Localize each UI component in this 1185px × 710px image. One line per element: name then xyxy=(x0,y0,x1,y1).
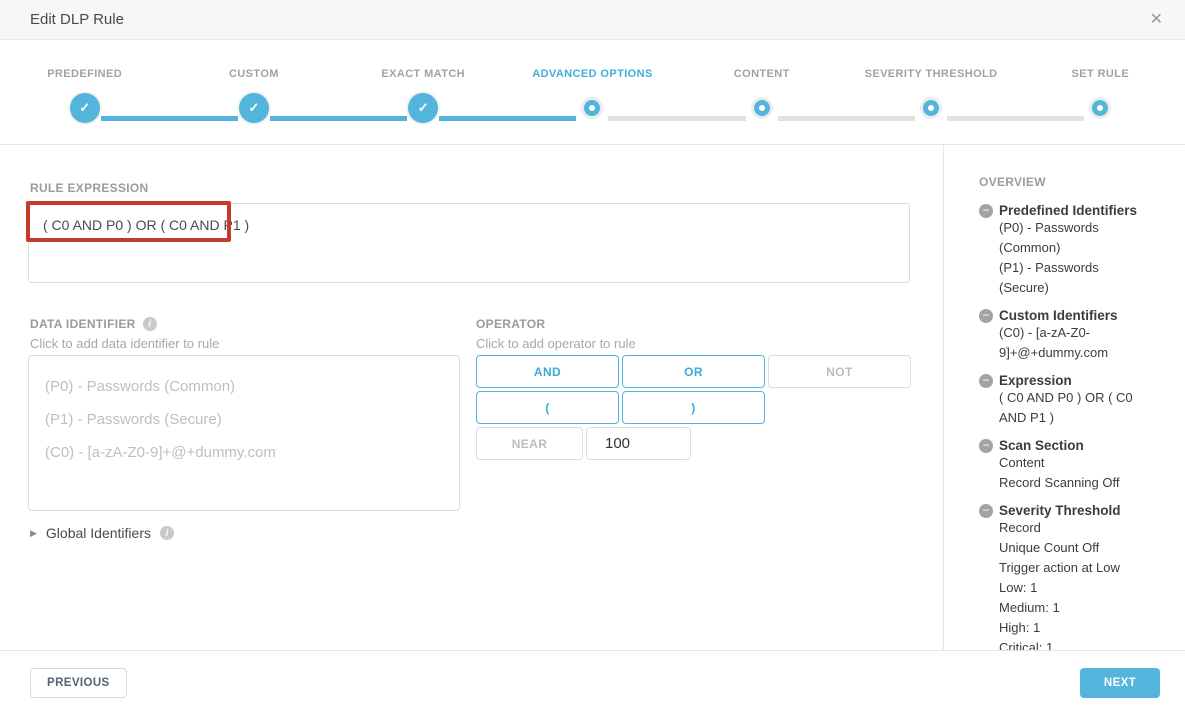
check-icon: ✓ xyxy=(239,93,269,123)
overview-line: (P1) - Passwords (Secure) xyxy=(999,258,1149,298)
collapse-icon[interactable]: − xyxy=(979,504,993,518)
data-identifier-item[interactable]: (P1) - Passwords (Secure) xyxy=(45,403,443,436)
operator-label: OPERATOR xyxy=(476,317,545,331)
info-icon[interactable]: i xyxy=(160,526,174,540)
close-paren-button[interactable]: ) xyxy=(622,391,765,424)
overview-section-custom-identifiers: − Custom Identifiers (C0) - [a-zA-Z0-9]+… xyxy=(979,308,1165,363)
overview-line: ( C0 AND P0 ) OR ( C0 AND P1 ) xyxy=(999,388,1149,428)
step-label: EXACT MATCH xyxy=(381,68,465,82)
overview-line: Trigger action at Low xyxy=(999,558,1149,578)
step-circle[interactable] xyxy=(746,92,778,124)
overview-section-heading: Expression xyxy=(999,373,1072,388)
overview-section-expression: − Expression ( C0 AND P0 ) OR ( C0 AND P… xyxy=(979,373,1165,428)
check-icon: ✓ xyxy=(408,93,438,123)
caret-right-icon: ▶ xyxy=(30,528,37,539)
step-circle[interactable] xyxy=(576,92,608,124)
step-custom: CUSTOM ✓ xyxy=(169,68,338,144)
operator-hint: Click to add operator to rule xyxy=(476,336,636,351)
step-exact-match: EXACT MATCH ✓ xyxy=(339,68,508,144)
step-content: CONTENT xyxy=(677,68,846,144)
step-circle[interactable] xyxy=(1084,92,1116,124)
overview-section-scan-section: − Scan Section Content Record Scanning O… xyxy=(979,438,1165,493)
step-predefined: PREDEFINED ✓ xyxy=(0,68,169,144)
step-open-circle xyxy=(1092,100,1108,116)
collapse-icon[interactable]: − xyxy=(979,374,993,388)
step-label: SEVERITY THRESHOLD xyxy=(865,68,998,82)
modal-header: Edit DLP Rule ✕ xyxy=(0,0,1185,40)
info-icon[interactable]: i xyxy=(143,317,157,331)
step-label: CUSTOM xyxy=(229,68,279,82)
overview-section-predefined-identifiers: − Predefined Identifiers (P0) - Password… xyxy=(979,203,1165,298)
step-label: CONTENT xyxy=(734,68,790,82)
overview-section-severity-threshold: − Severity Threshold Record Unique Count… xyxy=(979,503,1165,650)
modal-footer: PREVIOUS NEXT xyxy=(0,650,1185,710)
data-identifier-hint: Click to add data identifier to rule xyxy=(30,336,219,351)
close-icon[interactable]: ✕ xyxy=(1146,0,1167,39)
next-button[interactable]: NEXT xyxy=(1080,668,1160,698)
overview-line: Critical: 1 xyxy=(999,638,1149,650)
overview-section-heading: Severity Threshold xyxy=(999,503,1121,518)
collapse-icon[interactable]: − xyxy=(979,439,993,453)
step-label: ADVANCED OPTIONS xyxy=(532,68,652,82)
check-icon: ✓ xyxy=(70,93,100,123)
previous-button[interactable]: PREVIOUS xyxy=(30,668,127,698)
wizard-stepper: PREDEFINED ✓ CUSTOM ✓ EXACT MATCH ✓ ADVA… xyxy=(0,40,1185,145)
collapse-icon[interactable]: − xyxy=(979,309,993,323)
step-circle[interactable]: ✓ xyxy=(238,92,270,124)
rule-expression-label: RULE EXPRESSION xyxy=(30,181,149,195)
overview-line: Content xyxy=(999,453,1149,473)
operator-buttons: AND OR NOT ( ) NEAR xyxy=(476,355,911,463)
step-circle[interactable]: ✓ xyxy=(69,92,101,124)
step-set-rule: SET RULE xyxy=(1016,68,1185,144)
modal-title: Edit DLP Rule xyxy=(30,0,124,39)
data-identifier-item[interactable]: (C0) - [a-zA-Z0-9]+@+dummy.com xyxy=(45,436,443,469)
open-paren-button[interactable]: ( xyxy=(476,391,619,424)
data-identifier-label: DATA IDENTIFIER xyxy=(30,317,136,331)
overview-section-heading: Predefined Identifiers xyxy=(999,203,1137,218)
or-operator-button[interactable]: OR xyxy=(622,355,765,388)
overview-line: Medium: 1 xyxy=(999,598,1149,618)
overview-title: OVERVIEW xyxy=(979,175,1165,189)
near-operator-button[interactable]: NEAR xyxy=(476,427,583,460)
global-identifiers-label: Global Identifiers xyxy=(46,525,151,541)
rule-expression-value: ( C0 AND P0 ) OR ( C0 AND P1 ) xyxy=(43,217,249,233)
global-identifiers-toggle[interactable]: ▶ Global Identifiers i xyxy=(30,525,174,541)
advanced-options-panel: RULE EXPRESSION ( C0 AND P0 ) OR ( C0 AN… xyxy=(0,145,943,650)
near-distance-input[interactable] xyxy=(586,427,691,460)
step-label: PREDEFINED xyxy=(47,68,122,82)
overview-line: (C0) - [a-zA-Z0-9]+@+dummy.com xyxy=(999,323,1149,363)
overview-panel: OVERVIEW − Predefined Identifiers (P0) -… xyxy=(943,145,1185,650)
data-identifier-header: DATA IDENTIFIER i xyxy=(30,317,157,331)
step-open-circle xyxy=(584,100,600,116)
step-circle[interactable]: ✓ xyxy=(407,92,439,124)
overview-section-heading: Custom Identifiers xyxy=(999,308,1118,323)
step-circle[interactable] xyxy=(915,92,947,124)
rule-expression-box[interactable]: ( C0 AND P0 ) OR ( C0 AND P1 ) xyxy=(28,203,910,283)
step-advanced-options: ADVANCED OPTIONS xyxy=(508,68,677,144)
overview-line: Unique Count Off xyxy=(999,538,1149,558)
overview-line: High: 1 xyxy=(999,618,1149,638)
step-open-circle xyxy=(923,100,939,116)
data-identifier-item[interactable]: (P0) - Passwords (Common) xyxy=(45,370,443,403)
overview-line: Record Scanning Off xyxy=(999,473,1149,493)
overview-line: (P0) - Passwords (Common) xyxy=(999,218,1149,258)
and-operator-button[interactable]: AND xyxy=(476,355,619,388)
step-label: SET RULE xyxy=(1072,68,1130,82)
not-operator-button[interactable]: NOT xyxy=(768,355,911,388)
collapse-icon[interactable]: − xyxy=(979,204,993,218)
overview-section-heading: Scan Section xyxy=(999,438,1084,453)
step-open-circle xyxy=(754,100,770,116)
overview-line: Record xyxy=(999,518,1149,538)
step-severity-threshold: SEVERITY THRESHOLD xyxy=(846,68,1015,144)
overview-line: Low: 1 xyxy=(999,578,1149,598)
data-identifier-list: (P0) - Passwords (Common) (P1) - Passwor… xyxy=(28,355,460,511)
